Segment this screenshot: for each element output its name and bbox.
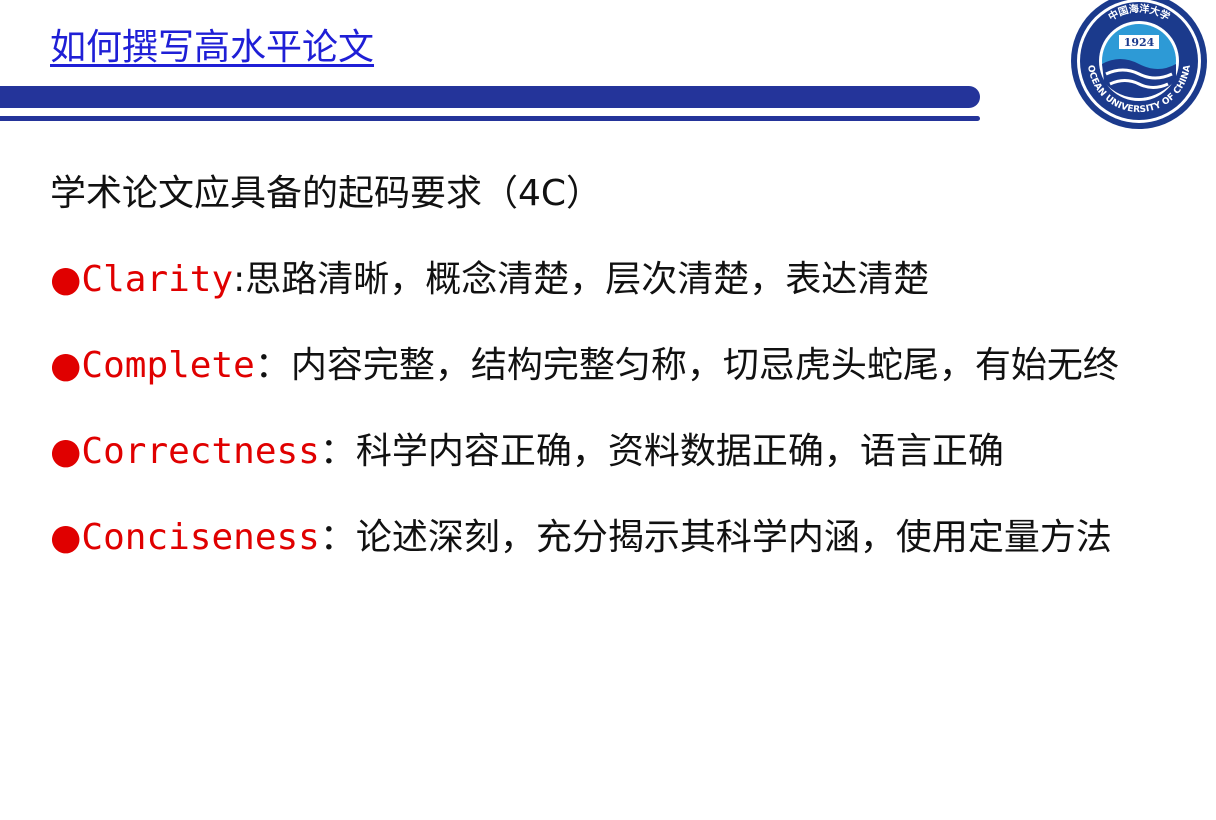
university-logo: 1924 中国海洋大学 OCEAN UNIVERSITY OF CHINA xyxy=(1071,0,1207,129)
item-description: 论述深刻，充分揭示其科学内涵，使用定量方法 xyxy=(355,517,1112,558)
item-description: 内容完整，结构完整匀称，切忌虎头蛇尾，有始无终 xyxy=(290,345,1119,386)
item-description: 思路清晰，概念清楚，层次清楚，表达清楚 xyxy=(245,259,930,300)
list-item-correctness: ●Correctness：科学内容正确，资料数据正确，语言正确 xyxy=(50,416,1150,488)
term-separator: ： xyxy=(319,431,356,472)
term-separator: ： xyxy=(319,517,356,558)
term-separator: ： xyxy=(254,345,291,386)
header-bar xyxy=(0,86,980,108)
term-separator: : xyxy=(233,259,246,300)
list-item-clarity: ●Clarity:思路清晰，概念清楚，层次清楚，表达清楚 xyxy=(50,244,1150,316)
logo-year: 1924 xyxy=(1124,36,1155,49)
bullet-dot: ● xyxy=(50,431,82,472)
item-description: 科学内容正确，资料数据正确，语言正确 xyxy=(355,431,1004,472)
section-heading: 学术论文应具备的起码要求（4C） xyxy=(50,173,603,214)
bullet-dot: ● xyxy=(50,517,82,558)
bullet-dot: ● xyxy=(50,345,82,386)
term-correctness: Correctness xyxy=(81,431,320,472)
term-clarity: Clarity xyxy=(81,259,234,300)
list-item-complete: ●Complete：内容完整，结构完整匀称，切忌虎头蛇尾，有始无终 xyxy=(50,330,1150,402)
term-conciseness: Conciseness xyxy=(81,517,320,558)
header-rule xyxy=(0,116,980,121)
slide-title[interactable]: 如何撰写高水平论文 xyxy=(50,18,374,70)
list-item-conciseness: ●Conciseness：论述深刻，充分揭示其科学内涵，使用定量方法 xyxy=(50,502,1150,574)
term-complete: Complete xyxy=(81,345,255,386)
slide-body: 学术论文应具备的起码要求（4C） ●Clarity:思路清晰，概念清楚，层次清楚… xyxy=(50,158,1150,588)
bullet-dot: ● xyxy=(50,259,82,300)
